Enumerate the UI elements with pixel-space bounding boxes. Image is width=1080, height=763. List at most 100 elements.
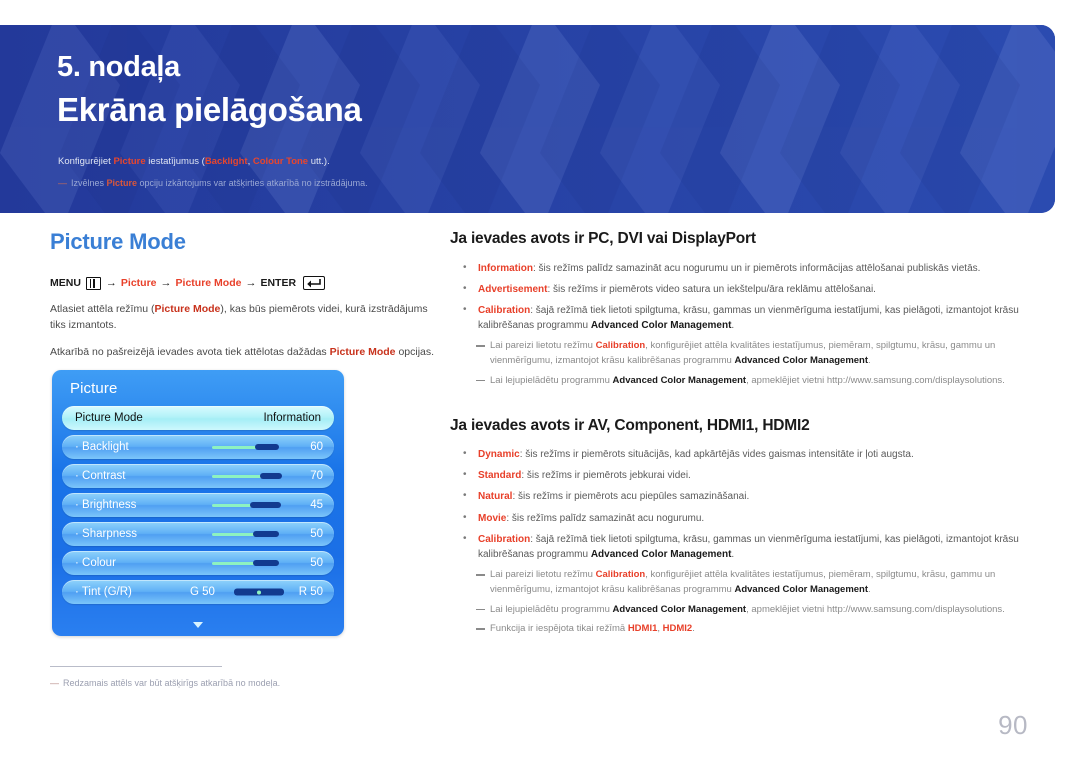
note-c: . <box>868 355 871 367</box>
slider-fill <box>212 532 258 536</box>
bullet-text: : šajā režīmā tiek lietoti spilgtuma, kr… <box>478 533 1019 561</box>
note-c: . <box>868 583 871 595</box>
note-dash-icon: ― <box>58 178 67 188</box>
slider-thumb[interactable] <box>253 560 280 566</box>
bullet-bold-acm: Advanced Color Management <box>590 549 732 561</box>
osd-row-backlight[interactable]: · Backlight 60 <box>62 435 334 459</box>
osd-slider-tint[interactable] <box>234 588 284 596</box>
osd-label-sharpness: · Sharpness <box>75 528 138 540</box>
bullet-keyword-advertisement: Advertisement <box>478 283 548 295</box>
bullet-keyword-dynamic: Dynamic <box>478 449 520 461</box>
enter-label: ENTER <box>260 277 297 290</box>
osd-tint-green-value: G 50 <box>190 586 215 598</box>
bullet-text: : šis režīms ir piemērots acu piepūles s… <box>512 491 750 503</box>
menu-label: MENU <box>50 277 81 290</box>
description-paragraph-1: Atlasiet attēla režīmu (Picture Mode), k… <box>50 301 440 334</box>
note-b: , apmeklējiet vietni http://www.samsung.… <box>746 603 1005 615</box>
slider-thumb[interactable] <box>257 590 261 594</box>
note-list-pc: Lai pareizi lietotu režīmu Calibration , … <box>450 339 1050 388</box>
list-item: Calibration: šajā režīmā tiek lietoti sp… <box>450 302 1050 333</box>
banner-note-prefix: Izvēlnes <box>71 178 107 188</box>
osd-label-brightness: · Brightness <box>75 499 137 511</box>
list-item: Funkcija ir iespējota tikai režīmā HDMI1… <box>450 622 1050 637</box>
bullet-text: : šis režīms ir piemērots video satura u… <box>547 283 876 295</box>
slider-fill <box>212 474 263 478</box>
menu-path-breadcrumb: MENU → Picture → Picture Mode → ENTER <box>50 276 440 291</box>
note-a: Lai pareizi lietotu režīmu <box>490 569 596 581</box>
osd-row-tint[interactable]: · Tint (G/R) G 50 R 50 <box>62 580 334 604</box>
osd-slider-sharpness[interactable] <box>212 531 294 537</box>
bullet-keyword-information: Information <box>478 262 533 274</box>
bullet-text-end: . <box>731 549 735 561</box>
note-list-av: Lai pareizi lietotu režīmu Calibration , … <box>450 568 1050 637</box>
bullet-list-av: Dynamic: šis režīms ir piemērots situāci… <box>450 446 1050 562</box>
bullet-text-end: . <box>731 320 735 332</box>
description-paragraph-2: Atkarībā no pašreizējā ievades avota tie… <box>50 344 440 360</box>
menu-path-step-picture: Picture <box>120 277 157 290</box>
osd-label-tint: · Tint (G/R) <box>75 586 132 598</box>
osd-row-brightness[interactable]: · Brightness 45 <box>62 493 334 517</box>
list-item: Calibration: šajā režīmā tiek lietoti sp… <box>450 531 1050 562</box>
osd-value-contrast: 70 <box>310 470 323 482</box>
osd-value-brightness: 45 <box>310 499 323 511</box>
slider-thumb[interactable] <box>249 502 281 508</box>
bullet-keyword-calibration: Calibration <box>478 304 531 316</box>
osd-value-backlight: 60 <box>310 441 323 453</box>
osd-slider-contrast[interactable] <box>212 473 294 479</box>
arrow-right-icon-1: → <box>105 277 117 290</box>
osd-row-list: Picture Mode Information · Backlight 60 … <box>62 406 334 609</box>
list-item: Lai lejupielādētu programmu Advanced Col… <box>450 374 1050 389</box>
osd-label-backlight: · Backlight <box>75 441 129 453</box>
note-b: , apmeklējiet vietni http://www.samsung.… <box>746 374 1005 386</box>
note-bold-acm: Advanced Color Management <box>734 355 869 367</box>
list-item: Lai pareizi lietotu režīmu Calibration, … <box>450 568 1050 597</box>
arrow-right-icon-3: → <box>245 277 257 290</box>
banner-keyword-backlight: Backlight <box>204 156 248 167</box>
bullet-text: : šis režīms ir piemērots situācijās, ka… <box>519 449 914 461</box>
osd-label-colour: · Colour <box>75 557 116 569</box>
enter-key-icon <box>303 276 326 291</box>
list-item: Lai lejupielādētu programmu Advanced Col… <box>450 603 1050 618</box>
osd-slider-colour[interactable] <box>212 560 294 566</box>
osd-row-picture-mode[interactable]: Picture Mode Information <box>62 406 334 430</box>
para1-keyword: Picture Mode <box>154 303 221 316</box>
note-keyword-calibration: Calibration <box>595 569 646 581</box>
note-keyword-calibration: Calibration <box>595 340 646 352</box>
bullet-text: : šis režīms ir piemērots jebkurai videi… <box>521 470 691 482</box>
list-item: Information: šis režīms palīdz samazināt… <box>450 260 1050 276</box>
bullet-text: : šis režīms palīdz samazināt acu noguru… <box>506 512 705 524</box>
menu-path-step-picture-mode: Picture Mode <box>175 277 242 290</box>
footnote-dash-icon: ― <box>50 678 59 688</box>
right-column: Ja ievades avots ir PC, DVI vai DisplayP… <box>450 230 1050 642</box>
osd-row-contrast[interactable]: · Contrast 70 <box>62 464 334 488</box>
bullet-keyword-standard: Standard <box>478 470 522 482</box>
osd-slider-backlight[interactable] <box>212 444 294 450</box>
left-column: Picture Mode MENU → Picture → Picture Mo… <box>50 229 440 370</box>
osd-row-sharpness[interactable]: · Sharpness 50 <box>62 522 334 546</box>
list-item: Lai pareizi lietotu režīmu Calibration, … <box>450 339 1050 368</box>
footnote-body: Redzamais attēls var būt atšķirīgs atkar… <box>63 678 281 688</box>
footnote-text: ― Redzamais attēls var būt atšķirīgs atka… <box>50 677 350 691</box>
osd-label-picture-mode: Picture Mode <box>75 412 143 424</box>
banner-note-keyword: Picture <box>106 178 138 188</box>
footnote-divider <box>50 666 222 667</box>
osd-value-sharpness: 50 <box>310 528 323 540</box>
para2-keyword: Picture Mode <box>329 345 396 358</box>
slider-thumb[interactable] <box>253 531 280 537</box>
banner-note-suffix: opciju izkārtojums var atšķirties atkarī… <box>137 178 368 188</box>
menu-icon <box>85 276 101 290</box>
para2-a: Atkarībā no pašreizējā ievades avota tie… <box>50 345 330 358</box>
slider-thumb[interactable] <box>259 473 282 479</box>
list-item: Movie: šis režīms palīdz samazināt acu n… <box>450 510 1050 526</box>
para2-b: opcijas. <box>395 345 435 358</box>
chevron-down-icon[interactable] <box>193 622 203 628</box>
slider-thumb[interactable] <box>254 444 280 450</box>
osd-row-colour[interactable]: · Colour 50 <box>62 551 334 575</box>
note-bold-acm: Advanced Color Management <box>612 374 747 386</box>
page-title: Picture Mode <box>50 229 186 254</box>
osd-label-contrast: · Contrast <box>75 470 126 482</box>
note-c: . <box>692 623 695 635</box>
osd-value-picture-mode: Information <box>263 412 321 424</box>
osd-slider-brightness[interactable] <box>212 502 294 508</box>
list-item: Dynamic: šis režīms ir piemērots situāci… <box>450 446 1050 462</box>
